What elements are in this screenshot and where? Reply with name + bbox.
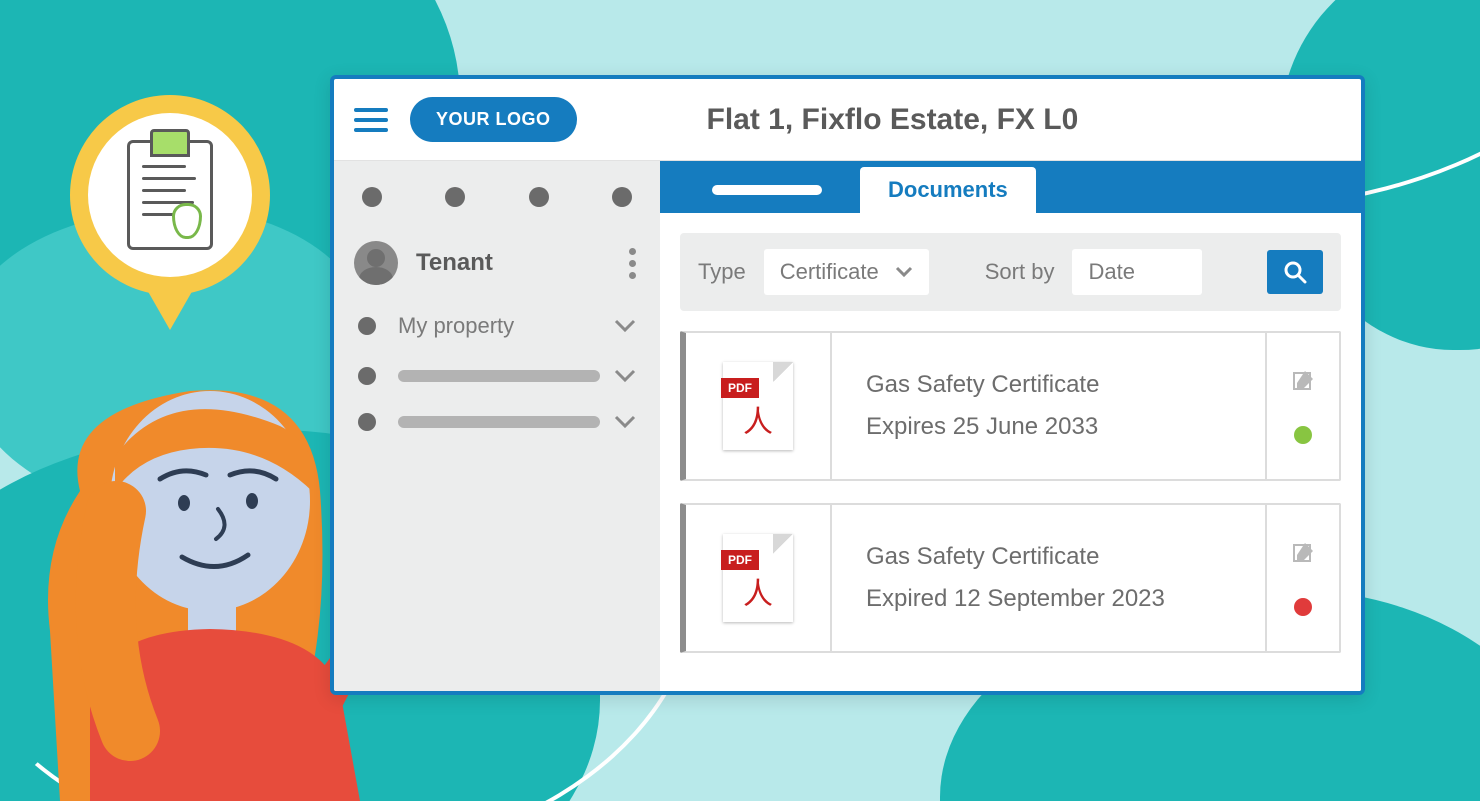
- document-thumbnail: PDF 人: [686, 505, 832, 651]
- brand-logo: YOUR LOGO: [410, 97, 577, 142]
- document-info: Gas Safety Certificate Expires 25 June 2…: [832, 333, 1265, 479]
- document-card[interactable]: PDF 人 Gas Safety Certificate Expired 12 …: [680, 503, 1341, 653]
- pdf-file-icon: PDF 人: [723, 362, 793, 450]
- chevron-down-icon: [614, 319, 636, 333]
- kebab-menu-icon[interactable]: [625, 244, 640, 283]
- edit-icon[interactable]: [1291, 368, 1315, 392]
- main-panel: Documents Type Certificate Sort by Date: [660, 161, 1361, 691]
- document-thumbnail: PDF 人: [686, 333, 832, 479]
- clipboard-pin-badge: [70, 95, 270, 335]
- document-card[interactable]: PDF 人 Gas Safety Certificate Expires 25 …: [680, 331, 1341, 481]
- shield-icon: [172, 203, 202, 239]
- sidebar-dot[interactable]: [445, 187, 465, 207]
- tenant-row: Tenant: [334, 227, 660, 299]
- filter-sort-label: Sort by: [985, 259, 1055, 285]
- nav-placeholder-bar: [398, 370, 600, 382]
- clipboard-icon: [127, 140, 213, 250]
- tab-documents[interactable]: Documents: [860, 167, 1036, 213]
- sidebar-item-my-property[interactable]: My property: [334, 299, 660, 353]
- document-title: Gas Safety Certificate: [866, 371, 1265, 399]
- pdf-file-icon: PDF 人: [723, 534, 793, 622]
- nav-bullet-icon: [358, 413, 376, 431]
- tenant-label: Tenant: [416, 249, 625, 277]
- nav-bullet-icon: [358, 317, 376, 335]
- chevron-down-icon: [614, 415, 636, 429]
- nav-label: My property: [398, 313, 600, 339]
- filter-sort-select[interactable]: Date: [1072, 249, 1202, 295]
- tabbar: Documents: [660, 161, 1361, 213]
- search-icon: [1283, 260, 1307, 284]
- page-title: Flat 1, Fixflo Estate, FX L0: [707, 103, 1079, 137]
- document-list: PDF 人 Gas Safety Certificate Expires 25 …: [660, 331, 1361, 673]
- sidebar: Tenant My property: [334, 161, 660, 691]
- topbar: YOUR LOGO Flat 1, Fixflo Estate, FX L0: [334, 79, 1361, 161]
- filter-bar: Type Certificate Sort by Date: [680, 233, 1341, 311]
- sidebar-dot[interactable]: [529, 187, 549, 207]
- pdf-badge: PDF: [721, 378, 759, 398]
- nav-placeholder-bar: [398, 416, 600, 428]
- nav-bullet-icon: [358, 367, 376, 385]
- pdf-badge: PDF: [721, 550, 759, 570]
- document-actions: [1265, 505, 1339, 651]
- filter-type-select[interactable]: Certificate: [764, 249, 929, 295]
- sidebar-tab-dots: [334, 171, 660, 227]
- sidebar-item-placeholder[interactable]: [334, 353, 660, 399]
- status-indicator: [1294, 598, 1312, 616]
- sidebar-dot[interactable]: [362, 187, 382, 207]
- document-info: Gas Safety Certificate Expired 12 Septem…: [832, 505, 1265, 651]
- document-expiry: Expired 12 September 2023: [866, 585, 1265, 613]
- document-expiry: Expires 25 June 2033: [866, 413, 1265, 441]
- filter-sort-value: Date: [1088, 259, 1134, 285]
- sidebar-dot[interactable]: [612, 187, 632, 207]
- chevron-down-icon: [614, 369, 636, 383]
- app-window: YOUR LOGO Flat 1, Fixflo Estate, FX L0 T…: [330, 75, 1365, 695]
- filter-type-label: Type: [698, 259, 746, 285]
- status-indicator: [1294, 426, 1312, 444]
- document-actions: [1265, 333, 1339, 479]
- chevron-down-icon: [895, 266, 913, 278]
- avatar-icon: [354, 241, 398, 285]
- search-button[interactable]: [1267, 250, 1323, 294]
- document-title: Gas Safety Certificate: [866, 543, 1265, 571]
- hamburger-menu-icon[interactable]: [354, 108, 388, 132]
- sidebar-item-placeholder[interactable]: [334, 399, 660, 445]
- filter-type-value: Certificate: [780, 259, 879, 285]
- edit-icon[interactable]: [1291, 540, 1315, 564]
- tab-placeholder[interactable]: [684, 167, 850, 213]
